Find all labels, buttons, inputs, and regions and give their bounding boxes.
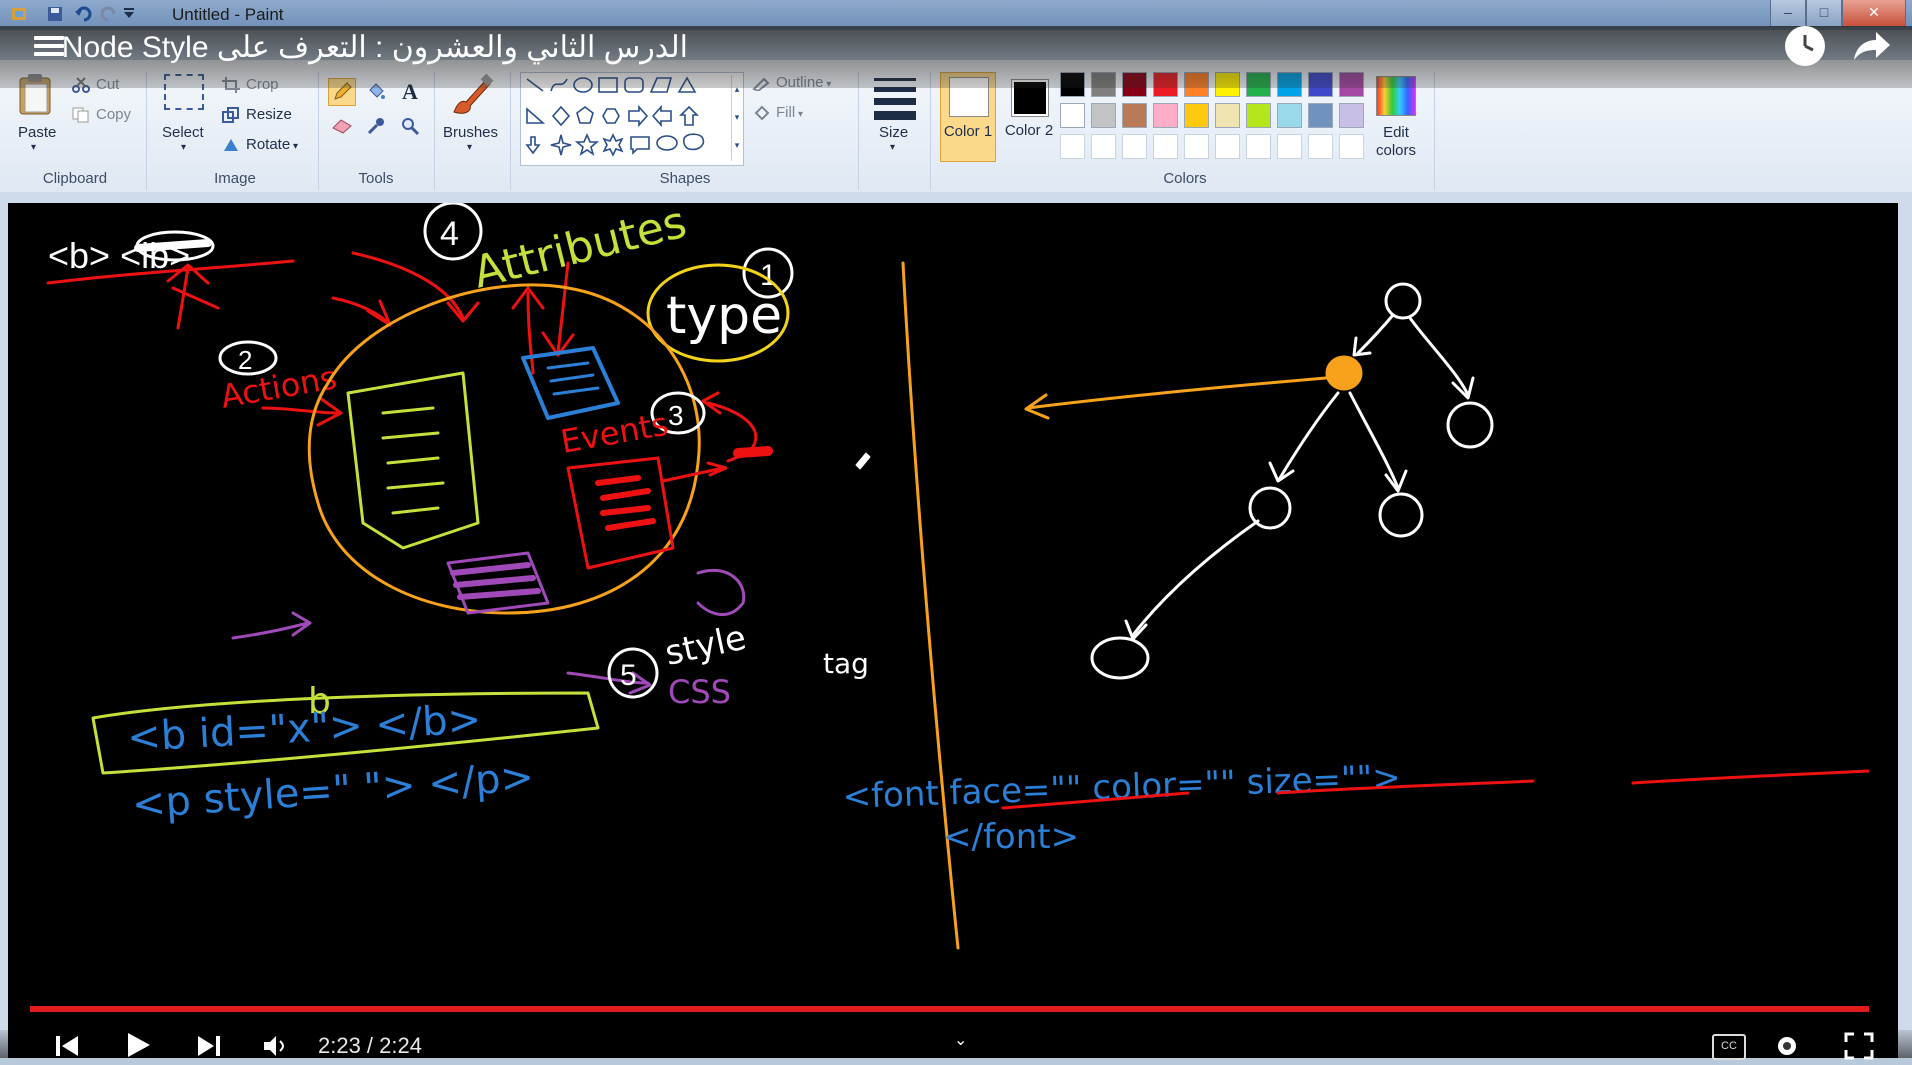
palette-swatch[interactable] [1246,134,1271,159]
expand-chevron-icon[interactable]: ⌄ [954,1030,967,1050]
fullscreen-icon[interactable] [1844,1032,1874,1065]
drawing-canvas[interactable]: <b> <lb> 4 Attributes 1 type 2 Actions 3… [8,203,1898,1058]
palette-swatch[interactable] [1339,103,1364,128]
rotate-label: Rotate [246,136,291,153]
magnifier-icon[interactable] [396,112,424,140]
palette-swatch[interactable] [1215,103,1240,128]
ribbon-separator [930,72,931,190]
ribbon-separator [318,72,319,190]
select-button[interactable]: Select [162,124,204,141]
select-dropdown-icon[interactable]: ▾ [181,142,186,153]
paint-app-icon [10,5,30,25]
play-icon[interactable] [124,1032,152,1063]
num4-text: 4 [440,215,459,253]
colors-group-label: Colors [1163,170,1207,187]
fill-button[interactable]: Fill ▾ [752,104,803,121]
palette-swatch[interactable] [1122,103,1147,128]
maximize-button[interactable]: □ [1806,0,1842,27]
watch-later-icon[interactable] [1785,26,1825,66]
palette-swatch[interactable] [1339,134,1364,159]
resize-label: Resize [246,106,292,123]
palette-swatch[interactable] [1277,103,1302,128]
customize-qat-icon[interactable] [122,5,142,25]
p-style-text: <p style=" "> </p> [130,754,535,828]
window-title: Untitled - Paint [172,5,284,24]
undo-icon[interactable] [74,5,94,25]
fill-icon [752,105,770,121]
edit-colors-button[interactable]: Edit colors [1364,124,1428,160]
rotate-button[interactable]: Rotate ▾ [222,136,298,153]
settings-gear-icon[interactable] [1772,1032,1802,1065]
volume-icon[interactable] [262,1034,288,1063]
palette-swatch[interactable] [1122,134,1147,159]
next-icon[interactable] [196,1034,222,1063]
paste-button[interactable]: Paste [18,124,56,141]
num2-text: 2 [238,345,252,375]
video-title[interactable]: الدرس الثاني والعشرون : التعرف على Node … [62,30,688,65]
type-text: type [666,286,782,346]
palette-swatch[interactable] [1215,134,1240,159]
palette-swatch[interactable] [1153,134,1178,159]
num3-text: 3 [668,400,684,431]
size-button[interactable]: Size [879,124,908,141]
color-picker-icon[interactable] [362,112,390,140]
fill-label: Fill [776,104,796,121]
palette-swatch[interactable] [1308,134,1333,159]
palette-swatch[interactable] [1060,134,1085,159]
shapes-group-label: Shapes [659,170,711,187]
ribbon-separator [858,72,859,190]
paste-dropdown-icon[interactable]: ▾ [31,142,36,153]
style-text: style [662,618,750,674]
image-group-label: Image [214,170,256,187]
copy-button[interactable]: Copy [72,106,131,123]
tools-group-label: Tools [358,170,394,187]
palette-swatch[interactable] [1060,103,1085,128]
ribbon-separator [146,72,147,190]
rotate-icon [222,137,240,153]
palette-swatch[interactable] [1277,134,1302,159]
attributes-text: Attributes [468,203,691,299]
save-icon[interactable] [46,5,66,25]
copy-icon [72,107,90,123]
palette-swatch[interactable] [1246,103,1271,128]
eraser-icon[interactable] [328,112,356,140]
clipboard-group-label: Clipboard [42,170,108,187]
palette-swatch[interactable] [1184,103,1209,128]
redo-icon[interactable] [98,5,118,25]
color1-label: Color 1 [943,123,993,140]
minimize-button[interactable]: – [1770,0,1806,27]
font-line-text: <font face="" color="" size=""> [842,758,1401,817]
share-icon[interactable] [1848,26,1892,66]
video-timecode: 2:23 / 2:24 [318,1033,422,1058]
resize-icon [222,107,240,124]
video-title-overlay: الدرس الثاني والعشرون : التعرف على Node … [0,26,1912,88]
video-progress-bar[interactable] [30,1006,1869,1012]
num5-text: 5 [620,659,637,692]
tag-text: tag [823,647,869,680]
brushes-button[interactable]: Brushes [443,124,498,141]
palette-swatch[interactable] [1091,103,1116,128]
previous-icon[interactable] [54,1034,80,1063]
brushes-dropdown-icon[interactable]: ▾ [467,142,472,153]
b-tag-sketch: <b> <lb> [46,230,295,330]
captions-icon[interactable]: CC [1712,1034,1746,1060]
pencil-cursor-icon [855,452,871,470]
size-dropdown-icon[interactable]: ▾ [890,142,895,153]
palette-swatch[interactable] [1153,103,1178,128]
resize-button[interactable]: Resize [222,106,292,124]
ribbon-separator [510,72,511,190]
palette-swatch[interactable] [1184,134,1209,159]
font-close-text: </font> [943,817,1079,857]
ribbon-separator [1434,72,1435,190]
playlist-menu-icon[interactable] [34,32,64,60]
close-button[interactable]: ✕ [1842,0,1906,27]
ribbon-separator [434,72,435,190]
color2-label: Color 2 [1004,122,1054,139]
palette-swatch[interactable] [1308,103,1333,128]
css-text: CSS [668,673,731,711]
palette-swatch[interactable] [1091,134,1116,159]
copy-label: Copy [96,106,132,123]
